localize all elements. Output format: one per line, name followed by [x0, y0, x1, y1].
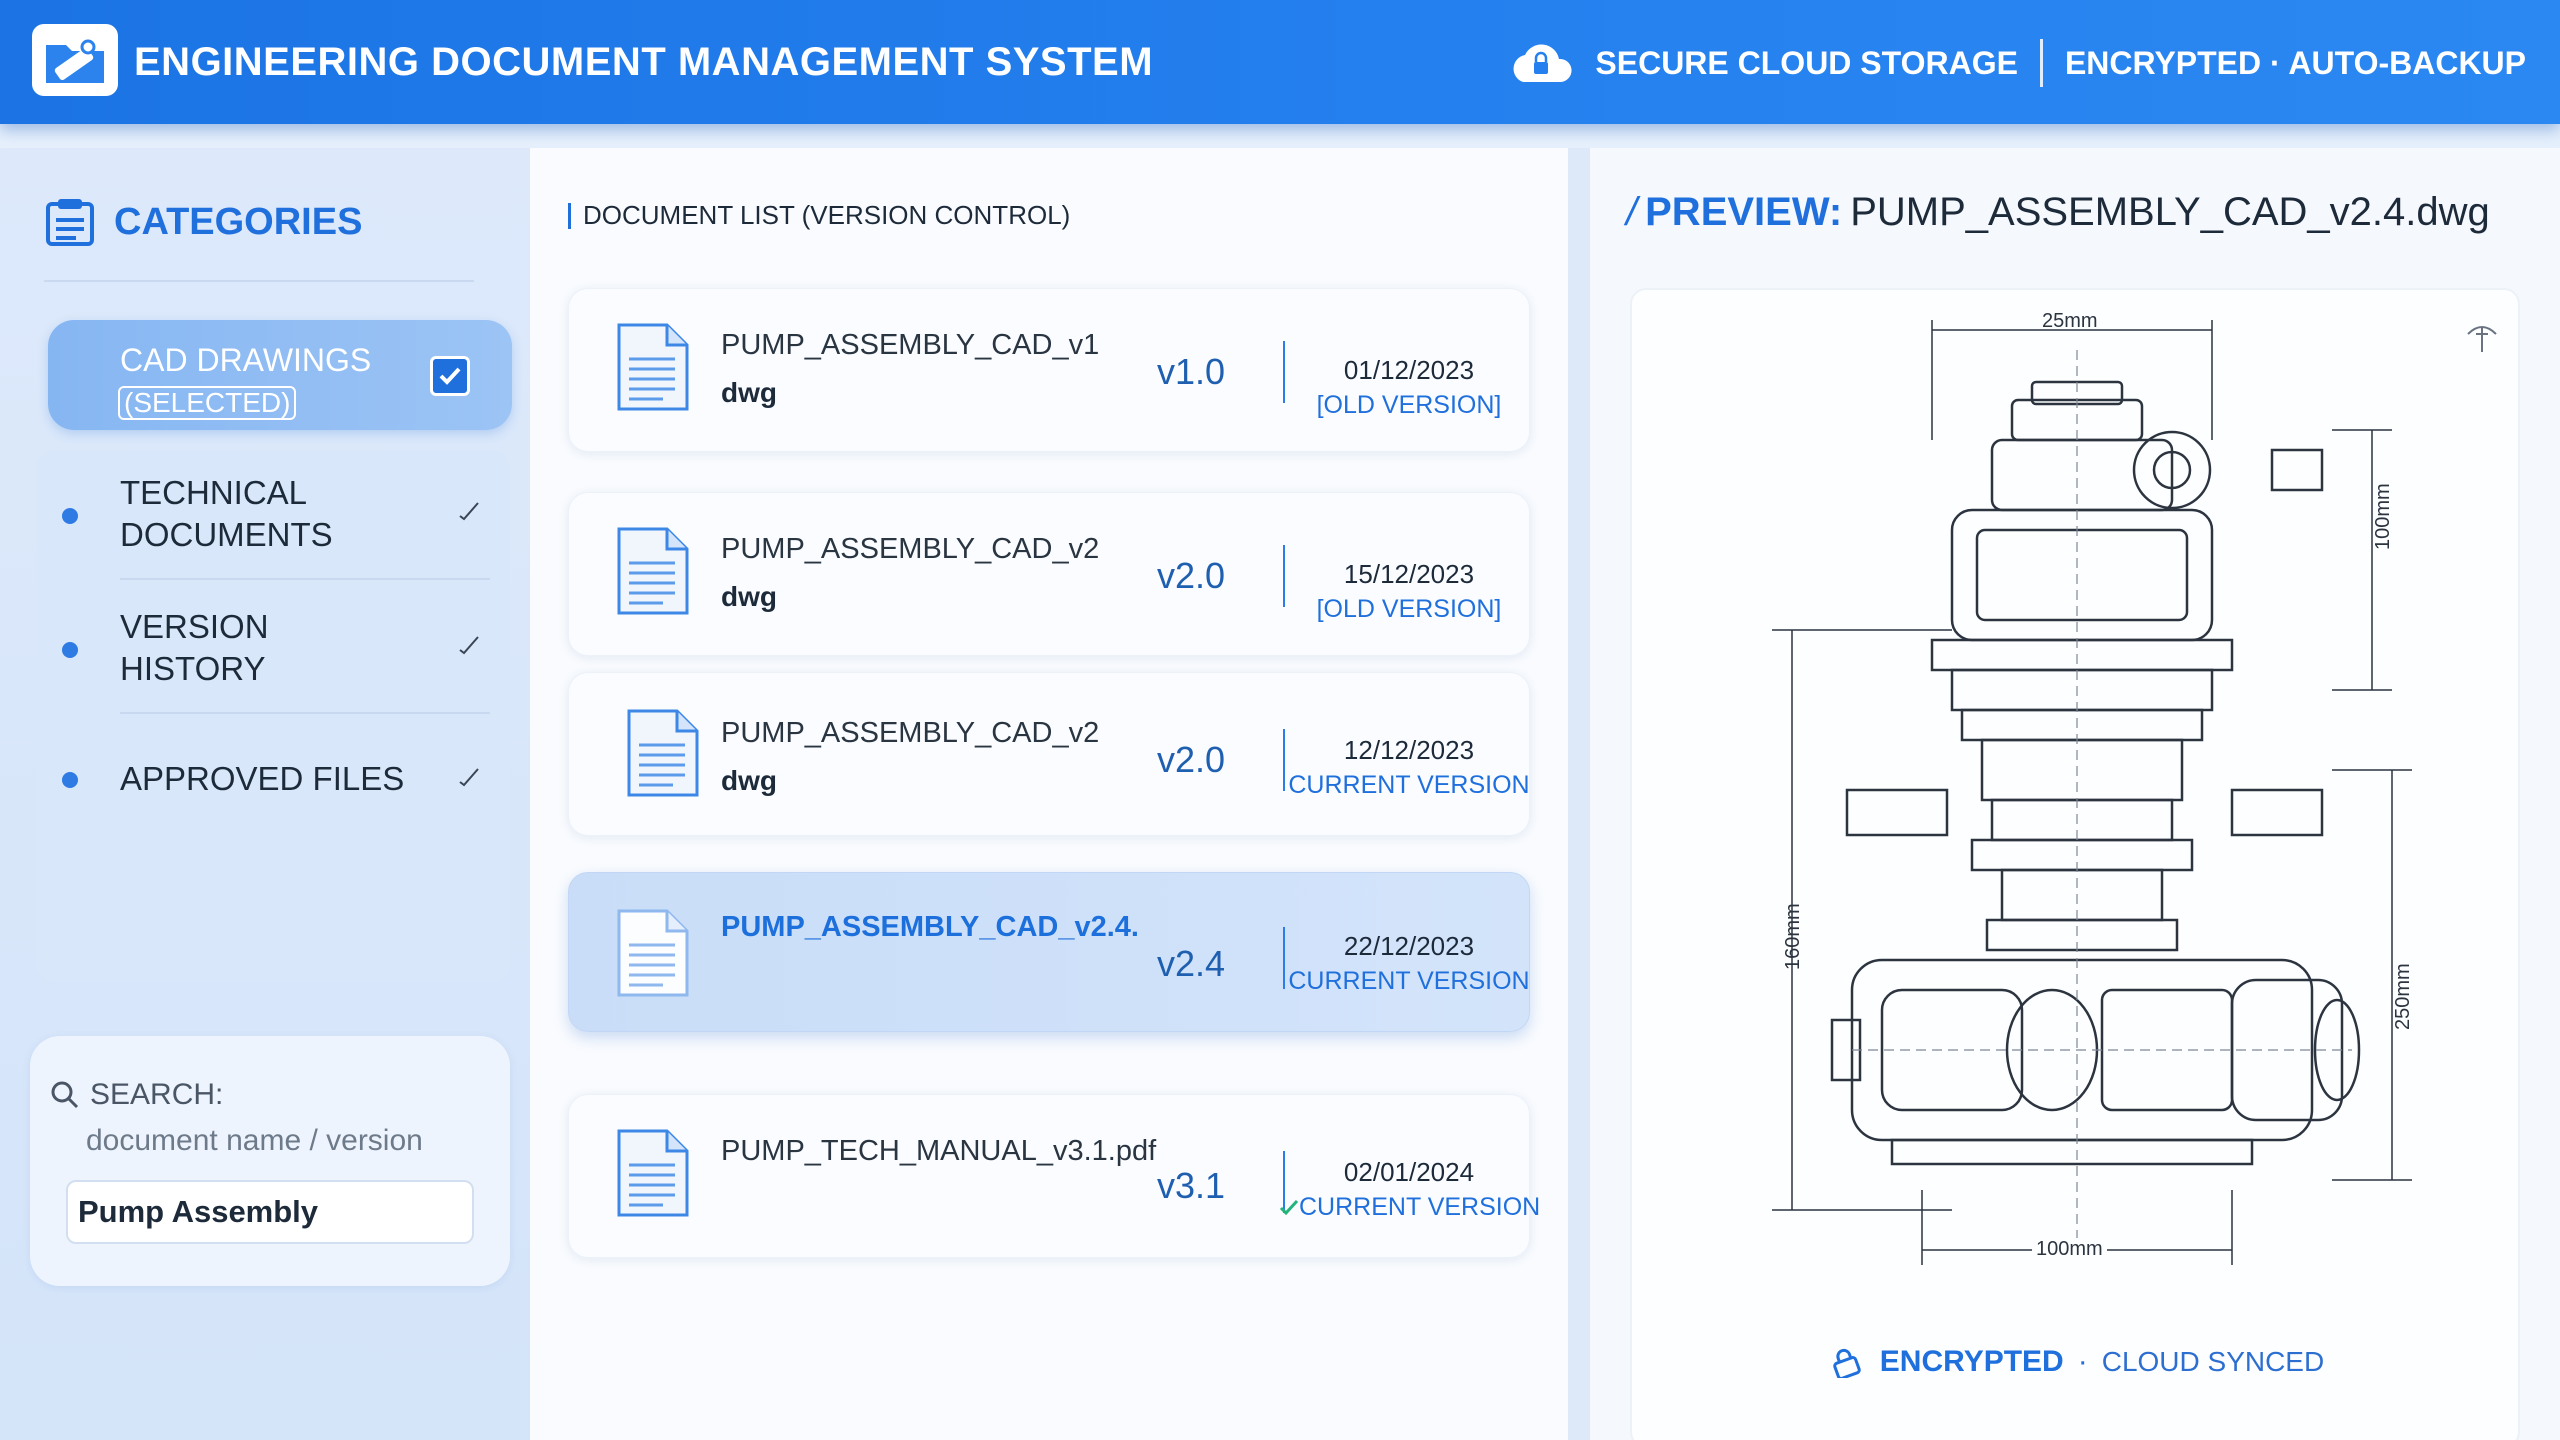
bullet-icon	[62, 772, 78, 788]
document-icon	[617, 527, 689, 615]
check-icon	[459, 768, 479, 787]
list-icon	[46, 199, 94, 246]
document-icon	[617, 909, 689, 997]
preview-prefix: PREVIEW:	[1645, 190, 1843, 234]
document-name: PUMP_ASSEMBLY_CAD_v2.4.	[721, 911, 1139, 943]
document-icon	[617, 1129, 689, 1217]
document-version: v3.1	[1157, 1165, 1226, 1206]
divider	[120, 712, 490, 714]
search-icon	[51, 1081, 79, 1109]
encrypted-label: ENCRYPTED	[1879, 1345, 2064, 1378]
app-logo-icon	[32, 24, 118, 96]
preview-title: / PREVIEW: PUMP_ASSEMBLY_CAD_v2.4.dwg	[1626, 190, 2490, 235]
document-row-selected[interactable]: PUMP_ASSEMBLY_CAD_v2.4. v2.4 22/12/2023 …	[568, 872, 1530, 1032]
document-extension: dwg	[721, 765, 777, 796]
dimension-right-upper: 100mm	[2372, 483, 2394, 550]
document-date: 01/12/2023	[1343, 355, 1475, 385]
document-row[interactable]: PUMP_ASSEMBLY_CAD_v2 dwg v2.0 12/12/2023…	[568, 672, 1530, 836]
divider	[120, 578, 490, 580]
category-cad-drawings[interactable]: CAD DRAWINGS (SELECTED)	[48, 320, 512, 430]
dimension-right-lower: 250mm	[2392, 963, 2414, 1030]
category-approved-files[interactable]: APPROVED FILES	[36, 716, 510, 848]
categories-header: CATEGORIES	[44, 192, 362, 252]
dimension-left: 160mm	[1782, 903, 1804, 970]
panel-gutter	[1568, 148, 1590, 1440]
heading-accent	[568, 202, 571, 229]
preview-footer: ENCRYPTED · CLOUD SYNCED	[1632, 1345, 2522, 1379]
accent-slash: /	[1626, 190, 1638, 234]
security-label: ENCRYPTED · AUTO-BACKUP	[2064, 44, 2526, 81]
document-list-heading: DOCUMENT LIST (VERSION CONTROL)	[568, 200, 1070, 231]
category-label: APPROVED FILES	[120, 760, 405, 797]
search-hint: document name / version	[86, 1124, 423, 1157]
preview-filename: PUMP_ASSEMBLY_CAD_v2.4.dwg	[1850, 190, 2490, 234]
document-version: v2.0	[1157, 739, 1226, 780]
bullet-icon	[62, 642, 78, 658]
category-version-history[interactable]: VERSION HISTORY	[36, 584, 510, 716]
document-version: v1.0	[1157, 351, 1226, 392]
categories-title: CATEGORIES	[114, 200, 363, 243]
document-date: 15/12/2023	[1343, 559, 1475, 589]
search-panel: SEARCH: document name / version	[30, 1036, 510, 1286]
document-status: [OLD VERSION]	[1316, 595, 1502, 623]
category-technical-documents[interactable]: TECHNICAL DOCUMENTS	[36, 450, 510, 582]
category-label-line2: DOCUMENTS	[120, 516, 333, 553]
sync-label: CLOUD SYNCED	[2101, 1346, 2325, 1377]
cad-drawing	[1772, 320, 2412, 1265]
document-icon	[627, 709, 699, 797]
category-label: CAD DRAWINGS	[120, 342, 372, 378]
pin-icon[interactable]	[2462, 318, 2502, 358]
separator-dot: ·	[2077, 1345, 2088, 1378]
divider	[44, 280, 474, 282]
header-status: SECURE CLOUD STORAGE ENCRYPTED · AUTO-BA…	[1505, 38, 2526, 88]
header-divider	[2039, 39, 2043, 87]
cloud-lock-icon	[1513, 44, 1572, 82]
dimension-bottom: 100mm	[2032, 1238, 2107, 1261]
app-title: ENGINEERING DOCUMENT MANAGEMENT SYSTEM	[134, 40, 1154, 84]
document-date: 22/12/2023	[1343, 931, 1475, 961]
document-name: PUMP_TECH_MANUAL_v3.1.pdf	[721, 1135, 1157, 1167]
document-date: 02/01/2024	[1343, 1157, 1475, 1187]
dimension-top: 25mm	[2042, 310, 2098, 332]
category-list: TECHNICAL DOCUMENTS VERSION HISTORY APPR…	[36, 450, 510, 982]
check-icon	[1279, 1200, 1299, 1216]
document-status: CURRENT VERSION	[1288, 771, 1530, 799]
check-icon	[459, 502, 479, 521]
document-name: PUMP_ASSEMBLY_CAD_v2	[721, 533, 1100, 565]
category-label: VERSION	[120, 608, 269, 645]
search-input[interactable]	[66, 1180, 474, 1244]
selected-tag: (SELECTED)	[118, 386, 297, 420]
document-row[interactable]: PUMP_ASSEMBLY_CAD_v1 dwg v1.0 01/12/2023…	[568, 288, 1530, 452]
document-name: PUMP_ASSEMBLY_CAD_v1	[721, 329, 1100, 361]
document-icon	[617, 323, 689, 411]
document-list-panel: DOCUMENT LIST (VERSION CONTROL) PUMP_ASS…	[530, 148, 1568, 1440]
categories-sidebar: CATEGORIES CAD DRAWINGS (SELECTED) TECHN…	[0, 148, 530, 1440]
document-version: v2.4	[1157, 943, 1226, 984]
document-status: [OLD VERSION]	[1316, 391, 1502, 419]
document-row[interactable]: PUMP_TECH_MANUAL_v3.1.pdf v3.1 02/01/202…	[568, 1094, 1540, 1258]
document-status: CURRENT VERSION	[1288, 967, 1530, 995]
category-label-line2: HISTORY	[120, 650, 266, 687]
document-date: 12/12/2023	[1343, 735, 1475, 765]
category-label: TECHNICAL	[120, 474, 308, 511]
document-extension: dwg	[721, 581, 777, 612]
storage-label: SECURE CLOUD STORAGE	[1595, 44, 2018, 81]
drawing-viewer[interactable]: 25mm 100mm 160mm 250mm 100mm ENCRYPTED ·…	[1630, 288, 2520, 1440]
document-name: PUMP_ASSEMBLY_CAD_v2	[721, 717, 1100, 749]
document-version: v2.0	[1157, 555, 1226, 596]
status-text: CURRENT VERSION	[1299, 1193, 1541, 1221]
check-icon	[459, 636, 479, 655]
document-extension: dwg	[721, 377, 777, 408]
search-label-text: SEARCH:	[90, 1078, 224, 1111]
app-header: ENGINEERING DOCUMENT MANAGEMENT SYSTEM S…	[0, 0, 2560, 124]
heading-text: DOCUMENT LIST (VERSION CONTROL)	[583, 200, 1071, 230]
checkbox-checked-icon[interactable]	[430, 356, 470, 396]
document-status: CURRENT VERSION	[1279, 1193, 1541, 1222]
lock-icon	[1833, 1348, 1861, 1378]
document-row[interactable]: PUMP_ASSEMBLY_CAD_v2 dwg v2.0 15/12/2023…	[568, 492, 1530, 656]
bullet-icon	[62, 508, 78, 524]
preview-panel: / PREVIEW: PUMP_ASSEMBLY_CAD_v2.4.dwg 25…	[1590, 148, 2560, 1440]
search-label: SEARCH:	[50, 1078, 223, 1112]
